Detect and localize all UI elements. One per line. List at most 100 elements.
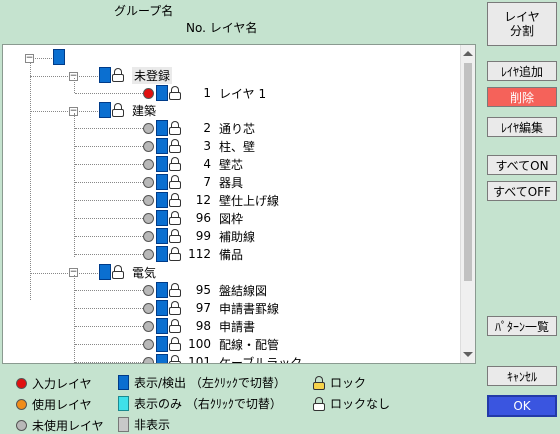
layer-name: 申請書罫線: [219, 301, 280, 316]
used-layer-icon: [16, 399, 27, 410]
root-node[interactable]: [50, 48, 65, 65]
unused-layer-status-icon: [143, 338, 154, 350]
unlock-icon[interactable]: [169, 211, 181, 225]
unlock-icon[interactable]: [169, 193, 181, 207]
layer-row[interactable]: 1 レイヤ 1: [143, 84, 266, 101]
unlock-icon[interactable]: [169, 175, 181, 189]
lock-icon: [313, 375, 325, 390]
layer-visible-icon[interactable]: [50, 48, 65, 65]
unlock-icon[interactable]: [169, 247, 181, 261]
layer-no: 101: [188, 355, 211, 364]
unused-layer-status-icon: [143, 140, 154, 152]
layer-no: 112: [188, 247, 211, 261]
input-layer-status-icon: [143, 87, 154, 99]
vertical-scrollbar[interactable]: [460, 45, 475, 363]
unused-layer-status-icon: [143, 320, 154, 332]
edit-layer-button[interactable]: ﾚｲﾔ編集: [487, 117, 557, 137]
unlock-icon[interactable]: [169, 229, 181, 243]
unlock-icon[interactable]: [169, 283, 181, 297]
root-collapse-toggle[interactable]: −: [25, 54, 34, 63]
unused-layer-status-icon: [143, 158, 154, 170]
cancel-button[interactable]: ｷｬﾝｾﾙ: [487, 366, 557, 386]
unlock-icon[interactable]: [169, 139, 181, 153]
layer-row[interactable]: 95 盤結線図: [143, 281, 268, 298]
layer-visible-icon[interactable]: [153, 245, 168, 262]
delete-button[interactable]: 削除: [487, 87, 557, 107]
layer-visible-icon[interactable]: [153, 191, 168, 208]
layer-row[interactable]: 97 申請書罫線: [143, 299, 280, 316]
unlock-icon[interactable]: [169, 301, 181, 315]
legend-hidden: 非表示: [118, 416, 170, 433]
pattern-list-button[interactable]: ﾊﾟﾀｰﾝ一覧: [487, 316, 557, 336]
layer-row[interactable]: 98 申請書: [143, 317, 255, 334]
layer-row[interactable]: 99 補助線: [143, 227, 255, 244]
layer-name: 壁仕上げ線: [219, 193, 280, 208]
layer-visible-icon[interactable]: [153, 335, 168, 352]
layer-row[interactable]: 12 壁仕上げ線: [143, 191, 280, 208]
layer-visible-icon[interactable]: [153, 137, 168, 154]
scrollbar-thumb[interactable]: [464, 63, 472, 281]
legend-no-lock: ロックなし: [312, 395, 390, 412]
legend-unused-layer: 未使用レイヤ: [16, 417, 104, 434]
group-visible-icon[interactable]: [96, 66, 111, 83]
layer-no: 12: [195, 193, 211, 207]
layer-visible-icon[interactable]: [153, 173, 168, 190]
group-visible-icon[interactable]: [96, 263, 111, 280]
unlock-icon[interactable]: [112, 265, 124, 279]
legend-label: 表示/検出 （左ｸﾘｯｸで切替）: [134, 376, 286, 390]
layer-name: 器具: [219, 175, 244, 190]
layer-no: 2: [203, 121, 211, 135]
layer-visible-icon[interactable]: [153, 353, 168, 363]
group-row-architecture[interactable]: 建築: [96, 101, 156, 118]
layer-visible-icon[interactable]: [153, 119, 168, 136]
layer-visible-icon[interactable]: [153, 227, 168, 244]
layer-row[interactable]: 96 図枠: [143, 209, 243, 226]
unused-layer-status-icon: [143, 302, 154, 314]
group-visible-icon[interactable]: [96, 101, 111, 118]
unlock-icon[interactable]: [169, 121, 181, 135]
layer-row[interactable]: 2 通り芯: [143, 119, 256, 136]
layer-row[interactable]: 4 壁芯: [143, 155, 243, 172]
group-row-unregistered[interactable]: 未登録: [96, 66, 173, 84]
unlock-icon[interactable]: [112, 68, 124, 82]
layer-no: 98: [195, 319, 211, 333]
layer-visible-icon[interactable]: [153, 281, 168, 298]
layer-name: 備品: [219, 247, 244, 262]
unlock-icon[interactable]: [169, 157, 181, 171]
layer-row[interactable]: 101 ケーブルラック: [143, 353, 302, 364]
layer-visible-icon[interactable]: [153, 317, 168, 334]
unlock-icon[interactable]: [112, 103, 124, 117]
scroll-up-icon[interactable]: [463, 51, 473, 56]
unused-layer-status-icon: [143, 122, 154, 134]
legend-label: 使用レイヤ: [32, 398, 92, 412]
layer-visible-icon[interactable]: [153, 155, 168, 172]
unlock-icon[interactable]: [169, 86, 181, 100]
layer-name: 通り芯: [219, 121, 256, 136]
layer-visible-icon[interactable]: [153, 84, 168, 101]
unlock-icon[interactable]: [169, 355, 181, 363]
layer-visible-icon[interactable]: [153, 299, 168, 316]
unlock-icon[interactable]: [169, 337, 181, 351]
add-layer-button[interactable]: ﾚｲﾔ追加: [487, 61, 557, 81]
layer-row[interactable]: 100 配線・配管: [143, 335, 279, 352]
group-name-header: グループ名: [114, 4, 174, 18]
hidden-icon: [118, 417, 129, 432]
unused-layer-status-icon: [143, 176, 154, 188]
split-layer-button[interactable]: レイヤ 分割: [487, 2, 557, 46]
all-off-button[interactable]: すべてOFF: [487, 181, 557, 201]
layer-name: 柱、壁: [219, 139, 256, 154]
legend-label: 非表示: [134, 418, 171, 432]
scroll-down-icon[interactable]: [463, 352, 473, 357]
unlock-icon[interactable]: [169, 319, 181, 333]
layer-name: 盤結線図: [219, 283, 268, 298]
layer-row[interactable]: 3 柱、壁: [143, 137, 256, 154]
layer-no: 7: [203, 175, 211, 189]
ok-button[interactable]: OK: [487, 395, 557, 417]
layer-visible-icon[interactable]: [153, 209, 168, 226]
layer-row[interactable]: 7 器具: [143, 173, 244, 190]
group-row-electrical[interactable]: 電気: [96, 263, 156, 280]
unused-layer-status-icon: [143, 248, 154, 260]
layer-row[interactable]: 112 備品: [143, 245, 244, 262]
all-on-button[interactable]: すべてON: [487, 155, 557, 175]
layer-tree-panel[interactable]: − − 未登録 1 レイヤ 1 − 建築 2 通り芯 3 柱、壁 4 壁芯 7 器具 12 壁仕上…: [2, 44, 476, 364]
